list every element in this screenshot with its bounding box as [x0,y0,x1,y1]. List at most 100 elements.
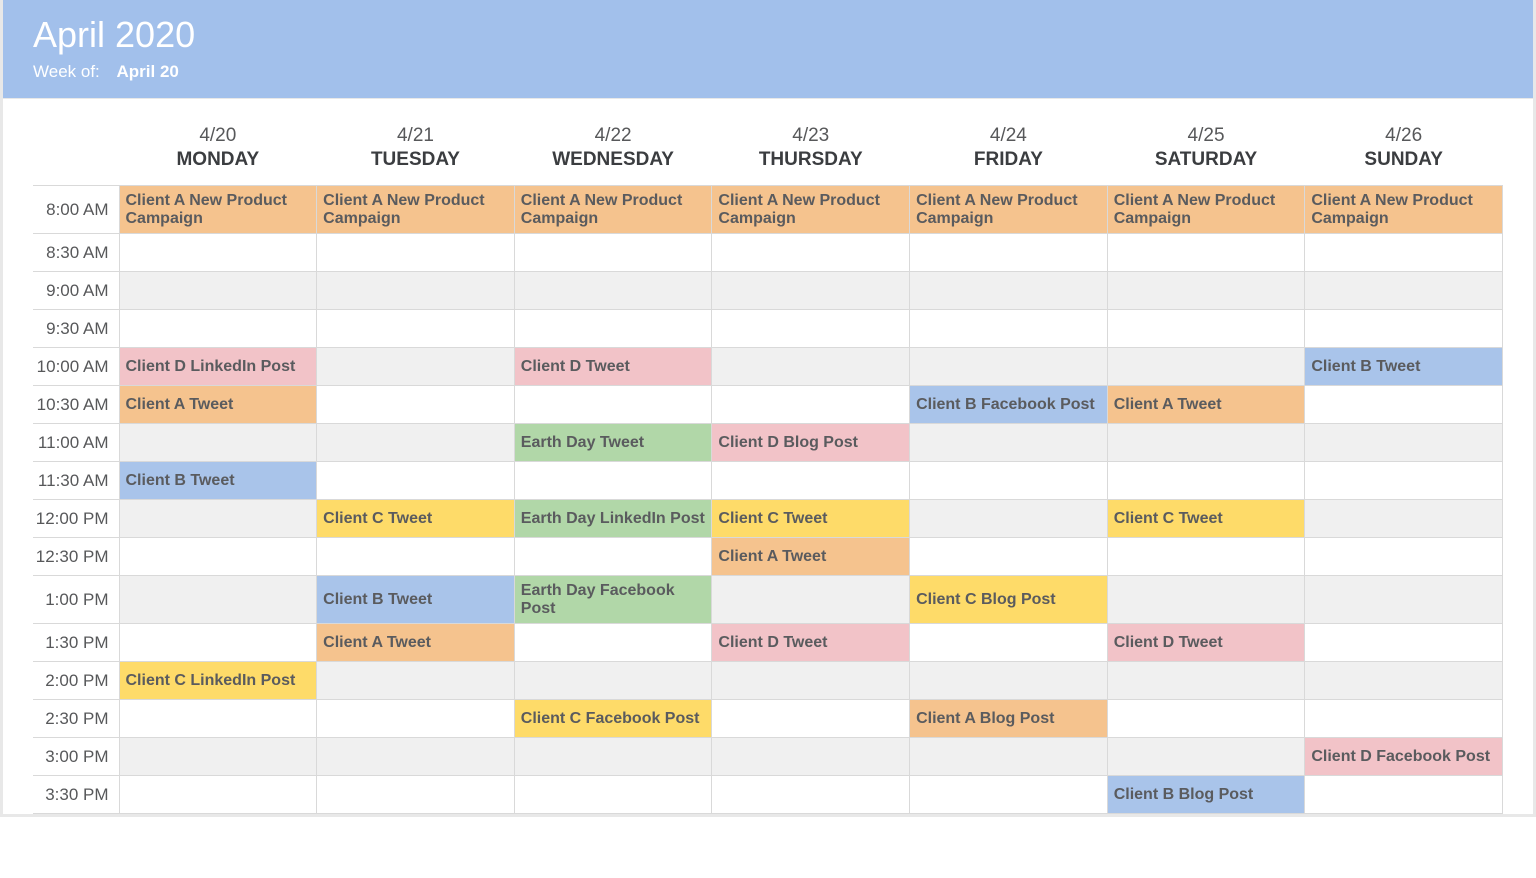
calendar-event[interactable]: Client A New Product Campaign [119,186,317,234]
calendar-event[interactable]: Client D Facebook Post [1305,738,1503,776]
calendar-slot[interactable] [1305,272,1503,310]
calendar-slot[interactable] [1305,462,1503,500]
calendar-slot[interactable] [317,234,515,272]
calendar-slot[interactable] [514,624,712,662]
calendar-slot[interactable] [1305,776,1503,814]
calendar-slot[interactable] [712,662,910,700]
calendar-event[interactable]: Client B Tweet [119,462,317,500]
calendar-event[interactable]: Client A New Product Campaign [1305,186,1503,234]
calendar-slot[interactable] [119,424,317,462]
calendar-slot[interactable] [1107,310,1305,348]
calendar-slot[interactable] [910,738,1108,776]
calendar-slot[interactable] [317,462,515,500]
calendar-slot[interactable] [514,538,712,576]
calendar-slot[interactable] [514,462,712,500]
calendar-event[interactable]: Client C Facebook Post [514,700,712,738]
calendar-event[interactable]: Client B Tweet [1305,348,1503,386]
calendar-slot[interactable] [910,272,1108,310]
calendar-event[interactable]: Earth Day LinkedIn Post [514,500,712,538]
calendar-slot[interactable] [317,310,515,348]
calendar-slot[interactable] [119,234,317,272]
calendar-event[interactable]: Client C Tweet [317,500,515,538]
calendar-slot[interactable] [910,462,1108,500]
calendar-slot[interactable] [1305,424,1503,462]
calendar-event[interactable]: Client A Tweet [317,624,515,662]
calendar-event[interactable]: Client A New Product Campaign [712,186,910,234]
calendar-event[interactable]: Client A New Product Campaign [317,186,515,234]
calendar-slot[interactable] [910,662,1108,700]
calendar-event[interactable]: Client A Tweet [1107,386,1305,424]
calendar-event[interactable]: Client D LinkedIn Post [119,348,317,386]
calendar-event[interactable]: Earth Day Facebook Post [514,576,712,624]
calendar-slot[interactable] [119,310,317,348]
calendar-slot[interactable] [910,310,1108,348]
calendar-slot[interactable] [1305,624,1503,662]
calendar-slot[interactable] [1305,310,1503,348]
calendar-slot[interactable] [1107,576,1305,624]
calendar-slot[interactable] [910,424,1108,462]
calendar-slot[interactable] [514,386,712,424]
calendar-slot[interactable] [317,386,515,424]
calendar-slot[interactable] [1305,662,1503,700]
calendar-slot[interactable] [1305,576,1503,624]
calendar-event[interactable]: Client A New Product Campaign [910,186,1108,234]
calendar-slot[interactable] [712,234,910,272]
calendar-slot[interactable] [910,348,1108,386]
calendar-slot[interactable] [712,386,910,424]
calendar-slot[interactable] [1107,738,1305,776]
calendar-slot[interactable] [1107,348,1305,386]
calendar-slot[interactable] [910,500,1108,538]
calendar-event[interactable]: Client A Tweet [119,386,317,424]
calendar-event[interactable]: Client D Tweet [1107,624,1305,662]
calendar-event[interactable]: Client B Facebook Post [910,386,1108,424]
calendar-slot[interactable] [712,348,910,386]
calendar-slot[interactable] [514,310,712,348]
calendar-slot[interactable] [1107,700,1305,738]
calendar-slot[interactable] [119,776,317,814]
calendar-event[interactable]: Client D Tweet [712,624,910,662]
calendar-slot[interactable] [119,738,317,776]
calendar-slot[interactable] [119,538,317,576]
calendar-slot[interactable] [712,310,910,348]
calendar-slot[interactable] [1107,462,1305,500]
calendar-slot[interactable] [1107,234,1305,272]
calendar-slot[interactable] [514,776,712,814]
calendar-slot[interactable] [317,424,515,462]
calendar-slot[interactable] [910,538,1108,576]
calendar-slot[interactable] [910,624,1108,662]
calendar-event[interactable]: Client A New Product Campaign [1107,186,1305,234]
calendar-slot[interactable] [712,776,910,814]
calendar-slot[interactable] [1107,662,1305,700]
calendar-slot[interactable] [1107,424,1305,462]
calendar-slot[interactable] [119,500,317,538]
calendar-slot[interactable] [514,234,712,272]
calendar-slot[interactable] [910,234,1108,272]
calendar-slot[interactable] [119,272,317,310]
calendar-slot[interactable] [317,348,515,386]
calendar-slot[interactable] [317,776,515,814]
calendar-slot[interactable] [514,272,712,310]
calendar-slot[interactable] [1305,386,1503,424]
calendar-slot[interactable] [1305,234,1503,272]
calendar-slot[interactable] [317,538,515,576]
calendar-event[interactable]: Client A New Product Campaign [514,186,712,234]
calendar-slot[interactable] [1305,700,1503,738]
calendar-slot[interactable] [712,576,910,624]
calendar-event[interactable]: Client D Tweet [514,348,712,386]
calendar-slot[interactable] [317,700,515,738]
calendar-event[interactable]: Client C LinkedIn Post [119,662,317,700]
calendar-event[interactable]: Client C Blog Post [910,576,1108,624]
calendar-slot[interactable] [119,576,317,624]
calendar-slot[interactable] [514,738,712,776]
calendar-slot[interactable] [317,272,515,310]
calendar-slot[interactable] [1107,272,1305,310]
calendar-slot[interactable] [1305,538,1503,576]
calendar-slot[interactable] [119,700,317,738]
calendar-event[interactable]: Client C Tweet [1107,500,1305,538]
calendar-slot[interactable] [712,462,910,500]
calendar-event[interactable]: Client B Tweet [317,576,515,624]
calendar-slot[interactable] [712,272,910,310]
calendar-slot[interactable] [1305,500,1503,538]
calendar-slot[interactable] [712,700,910,738]
calendar-event[interactable]: Client A Tweet [712,538,910,576]
